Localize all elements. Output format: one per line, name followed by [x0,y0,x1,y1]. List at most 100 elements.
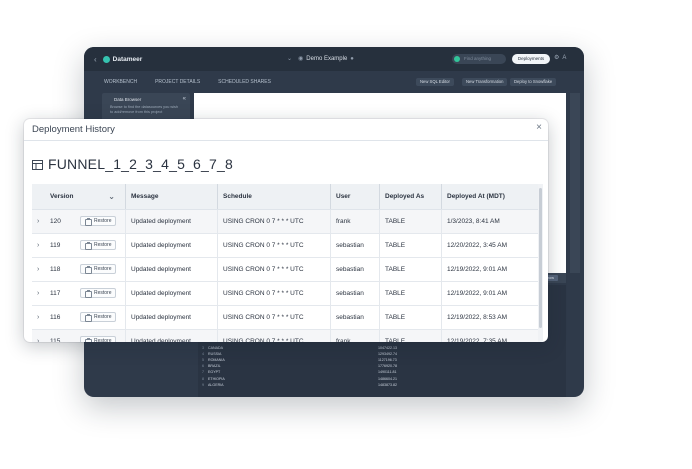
restore-label: Restore [94,290,112,296]
table-row[interactable]: › 118 Restore Updated deployment USING CRON … [32,258,538,282]
project-name: Demo Example [306,55,348,62]
result-row: 4 RUSSIA 1293492.74 [198,352,566,358]
chevron-right-icon[interactable]: › [32,282,44,305]
deployed-at-cell: 12/20/2022, 3:45 AM [441,234,538,257]
scrollbar-thumb[interactable] [539,188,542,328]
result-cell: 1776920.78 [378,364,397,369]
tab-scheduled-shares[interactable]: SCHEDULED SHARES [218,79,271,85]
schedule-cell: USING CRON 0 7 * * * UTC [217,282,330,305]
version-cell: 115 [50,338,61,342]
version-cell: 117 [50,290,61,297]
restore-button[interactable]: Restore [80,240,116,250]
column-header-user: User [330,184,379,209]
message-cell: Updated deployment [125,306,217,329]
collapse-icon[interactable]: « [183,96,186,102]
column-header-deployed-at: Deployed At (MDT) [441,184,538,209]
result-cell: ROMANIA [208,358,225,362]
restore-icon [85,289,92,298]
new-sql-editor-button[interactable]: New SQL Editor [416,78,454,86]
result-row: 5 ROMANIA 1127196.73 [198,358,566,364]
restore-button[interactable]: Restore [80,216,116,226]
search-icon [454,56,460,62]
restore-button[interactable]: Restore [80,336,116,342]
chevron-right-icon[interactable]: › [32,258,44,281]
table-name: FUNNEL_1_2_3_4_5_6_7_8 [48,156,233,172]
result-row: 6 BRAZIL 1776920.78 [198,364,566,370]
project-icon: ◉ [298,56,304,62]
datameer-logo-icon [102,55,110,63]
chevron-right-icon[interactable]: › [32,210,44,233]
user-icon[interactable]: A [562,55,569,61]
data-browser-description: Browse to find the datasources you wish … [110,105,178,114]
deployment-history-modal: Deployment History × FUNNEL_1_2_3_4_5_6_… [24,119,548,342]
message-cell: Updated deployment [125,234,217,257]
tab-workbench[interactable]: WORKBENCH [104,79,137,85]
restore-icon [85,241,92,250]
new-transformation-button[interactable]: New Transformation [462,78,508,86]
chevron-right-icon[interactable]: › [32,330,44,342]
project-selector[interactable]: ⌄ ◉ Demo Example ● [284,55,357,63]
chevron-right-icon[interactable]: › [32,234,44,257]
app-tabs: WORKBENCH PROJECT DETAILS SCHEDULED SHAR… [84,75,584,89]
back-arrow-icon[interactable]: ‹ [94,55,97,64]
table-row[interactable]: › 117 Restore Updated deployment USING CRON … [32,282,538,306]
table-row[interactable]: › 116 Restore Updated deployment USING CRON … [32,306,538,330]
user-cell: sebastian [330,306,379,329]
table-row[interactable]: › 119 Restore Updated deployment USING CRON … [32,234,538,258]
deployments-button[interactable]: Deployments [512,54,550,64]
row-number: 7 [202,370,204,375]
result-row: 3 CANADA 1047422.13 [198,346,566,352]
version-cell: 119 [50,242,61,249]
modal-title: Deployment History [32,124,115,135]
chevron-down-icon[interactable]: ⌄ [108,184,115,209]
deployed-at-cell: 1/3/2023, 8:41 AM [441,210,538,233]
result-row: 7 EGYPT 1490111.81 [198,370,566,376]
restore-label: Restore [94,242,112,248]
version-cell: 116 [50,314,61,321]
result-row: 9 ALGERIA 1483873.82 [198,383,566,389]
version-cell: 118 [50,266,61,273]
table-icon [32,160,43,170]
row-number: 5 [202,358,204,362]
result-cell: 1486604.21 [378,376,397,381]
data-browser-title: Data Browser [114,97,142,102]
result-cell: 1047422.13 [378,345,397,350]
result-cell: ALGERIA [208,382,224,387]
deployed-as-cell: TABLE [379,282,441,305]
user-cell: sebastian [330,234,379,257]
row-number: 4 [202,351,204,356]
row-number: 6 [202,364,204,369]
chevron-right-icon[interactable]: › [32,306,44,329]
restore-button[interactable]: Restore [80,288,116,298]
close-icon[interactable]: × [536,122,542,133]
deployed-at-cell: 12/19/2022, 7:35 AM [441,330,538,342]
result-cell: BRAZIL [208,364,221,369]
column-header-version[interactable]: Version ⌄ [45,184,125,209]
top-icons: ⚙A [554,54,569,61]
table-row[interactable]: › 120 Restore Updated deployment USING CRON … [32,210,538,234]
row-number: 9 [202,382,204,387]
row-number: 8 [202,376,204,381]
restore-button[interactable]: Restore [80,264,116,274]
chevron-down-icon: ⌄ [287,56,293,62]
restore-label: Restore [94,218,112,224]
column-header-schedule: Schedule [217,184,330,209]
restore-icon [85,313,92,322]
deploy-to-snowflake-button[interactable]: Deploy to Snowflake [510,78,557,86]
result-cell: 1127196.73 [378,358,397,362]
scrollbar[interactable] [538,184,543,342]
brand: Datameer [102,55,142,63]
row-number: 3 [202,345,204,350]
result-cell: CANADA [208,345,223,350]
version-cell: 120 [50,218,61,225]
result-cell: ETHIOPIA [208,376,225,381]
tab-project-details[interactable]: PROJECT DETAILS [155,79,200,85]
restore-button[interactable]: Restore [80,312,116,322]
schedule-cell: USING CRON 0 7 * * * UTC [217,306,330,329]
restore-icon [85,217,92,226]
table-row[interactable]: › 115 Restore Updated deployment USING CRON … [32,330,538,342]
deployed-at-cell: 12/19/2022, 8:53 AM [441,306,538,329]
search-input[interactable]: Find anything [452,54,506,64]
deployed-as-cell: TABLE [379,210,441,233]
result-cell: RUSSIA [208,351,222,356]
